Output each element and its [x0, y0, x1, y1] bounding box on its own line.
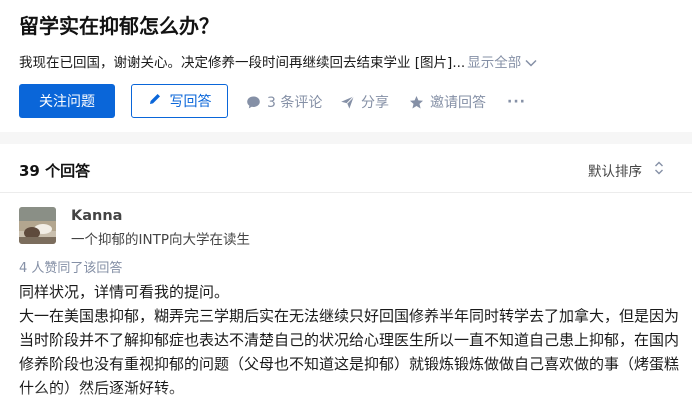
show-all-link[interactable]: 显示全部: [467, 55, 521, 71]
chevron-down-icon[interactable]: [525, 52, 537, 74]
share-button[interactable]: 分享: [340, 92, 389, 112]
vote-count: 4 人赞同了该回答: [19, 261, 123, 276]
sort-updown-icon: [654, 161, 664, 179]
question-header: 留学实在抑郁怎么办？ 我现在已回国，谢谢关心。决定修养一段时间再继续回去结束学业…: [0, 0, 692, 132]
answers-list: 39 个回答 默认排序 Kanna 一个抑郁的INTP向大学在读生 4 人赞同了…: [0, 144, 692, 410]
question-title: 留学实在抑郁怎么办？: [19, 14, 219, 38]
write-answer-button[interactable]: 写回答: [131, 84, 228, 118]
comment-bubble-icon: [246, 95, 261, 110]
follow-question-button[interactable]: 关注问题: [19, 84, 115, 118]
invite-answer-button[interactable]: 邀请回答: [409, 92, 486, 112]
avatar[interactable]: [19, 207, 56, 244]
answer-count: 39 个回答: [19, 162, 91, 180]
answer-content: 同样状况，详情可看我的提问。 大一在美国患抑郁，糊弄完三学期后实在无法继续只好回…: [19, 280, 679, 400]
content-fade-overlay: [0, 388, 692, 410]
divider: [0, 192, 692, 193]
invite-label: 邀请回答: [430, 95, 486, 111]
author-headline: 一个抑郁的INTP向大学在读生: [71, 232, 250, 248]
share-label: 分享: [361, 95, 389, 111]
pencil-icon: [148, 92, 162, 110]
question-excerpt-row: 我现在已回国，谢谢关心。决定修养一段时间再继续回去结束学业 [图片]... 显示全…: [19, 52, 537, 74]
answer-paragraph: 大一在美国患抑郁，糊弄完三学期后实在无法继续只好回国修养半年同时转学去了加拿大，…: [19, 307, 680, 397]
author-name[interactable]: Kanna: [71, 208, 122, 224]
share-icon: [340, 95, 355, 110]
sort-dropdown[interactable]: 默认排序: [588, 160, 664, 180]
write-answer-label: 写回答: [169, 94, 212, 110]
question-excerpt: 我现在已回国，谢谢关心。决定修养一段时间再继续回去结束学业 [图片]...: [19, 55, 466, 71]
comments-button[interactable]: 3 条评论: [246, 92, 322, 112]
sort-label: 默认排序: [588, 164, 642, 180]
answer-paragraph: 同样状况，详情可看我的提问。: [19, 283, 230, 301]
comments-label: 3 条评论: [267, 95, 323, 111]
more-options-icon[interactable]: ···: [507, 92, 526, 112]
star-icon: [409, 95, 424, 110]
